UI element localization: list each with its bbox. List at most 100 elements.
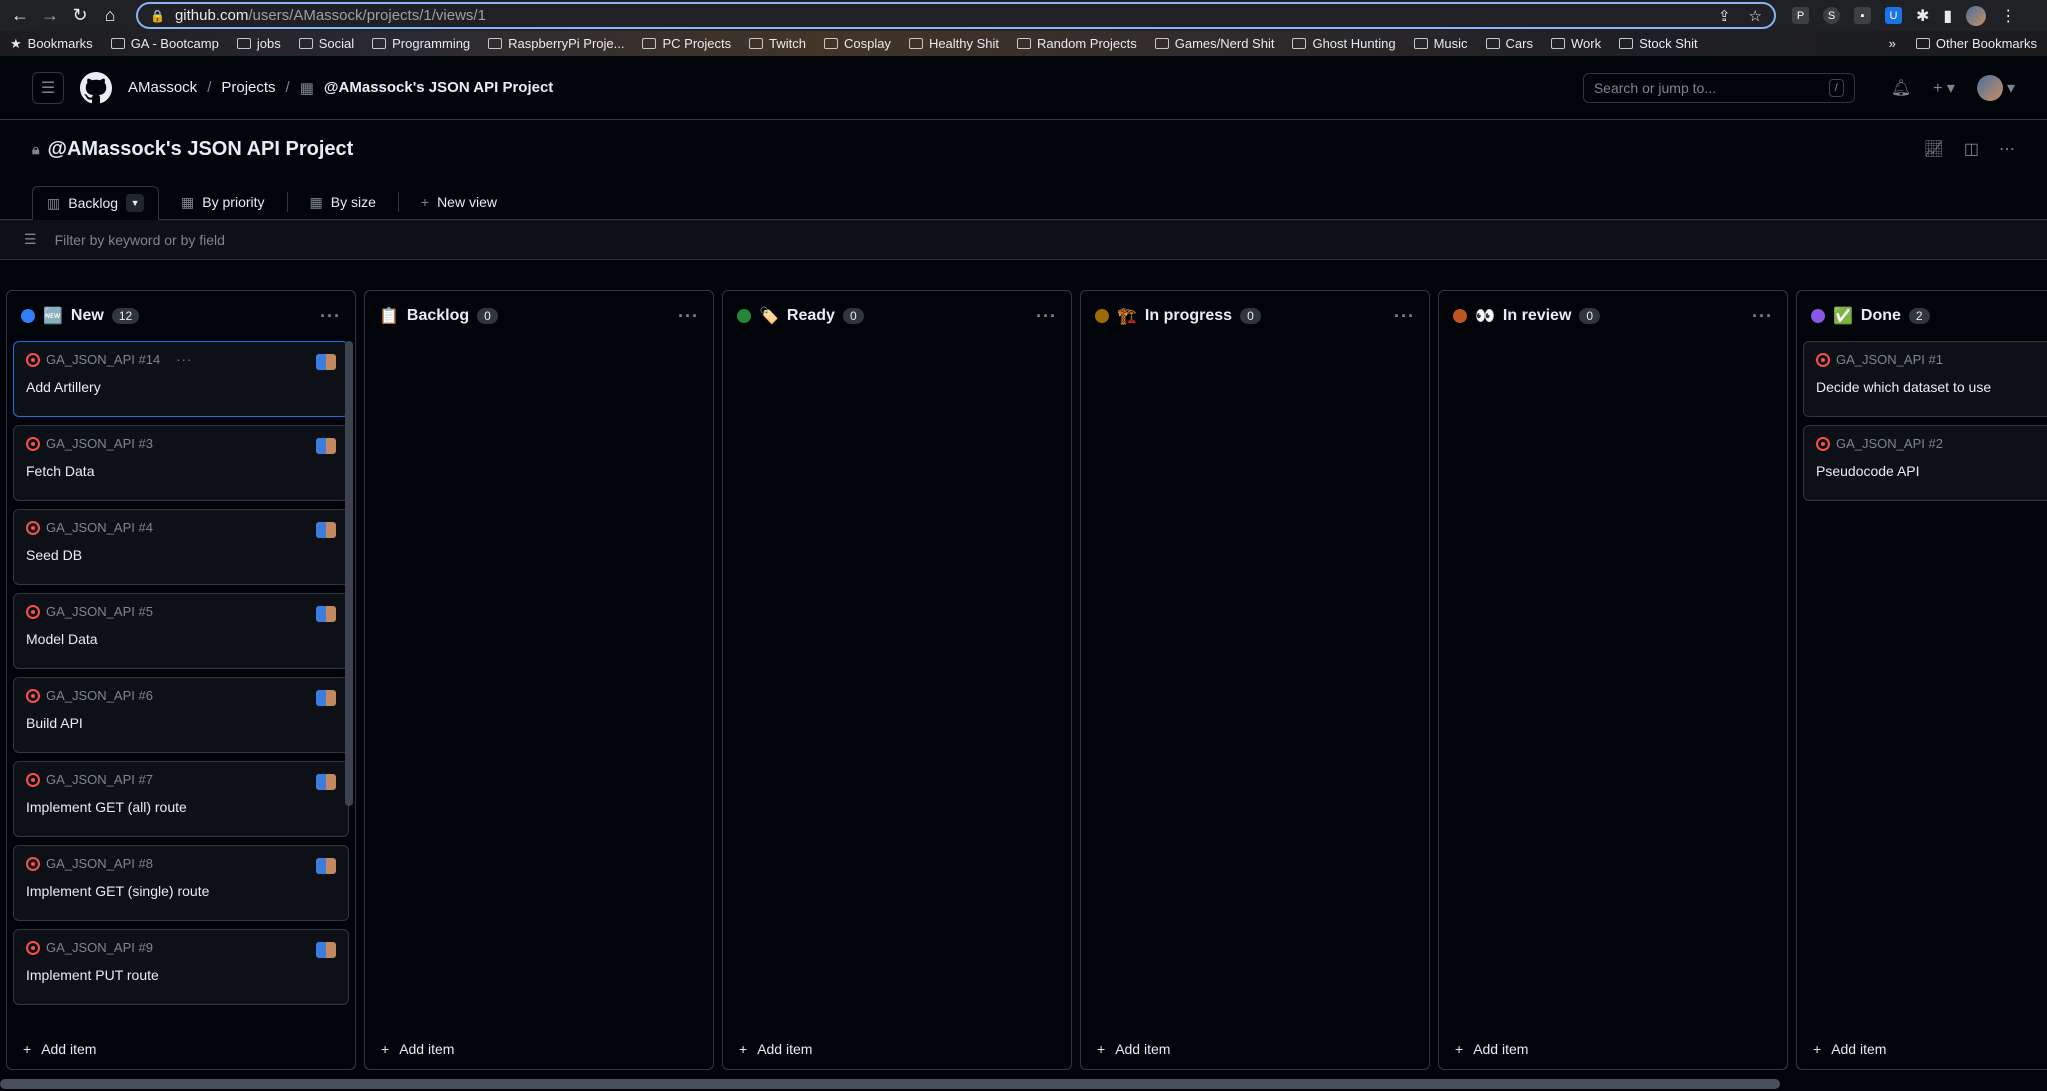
issue-card[interactable]: GA_JSON_API #8 Implement GET (single) rou… — [13, 845, 349, 921]
column-menu-icon[interactable]: ··· — [678, 306, 699, 327]
bookmark-folder[interactable]: Twitch — [749, 36, 806, 51]
address-bar[interactable]: 🔒 github.com/users/AMassock/projects/1/v… — [136, 2, 1776, 29]
breadcrumb-projects[interactable]: Projects — [221, 79, 275, 96]
bookmark-folder[interactable]: RaspberryPi Proje... — [488, 36, 624, 51]
extension-s-icon[interactable]: S — [1823, 7, 1840, 24]
assignee-avatar[interactable] — [316, 606, 336, 622]
extension-icon[interactable]: ▪ — [1854, 7, 1871, 24]
star-icon[interactable]: ☆ — [1749, 7, 1762, 25]
bookmark-folder[interactable]: Ghost Hunting — [1292, 36, 1396, 51]
add-item-button[interactable]: + Add item — [1439, 1029, 1787, 1069]
issue-ref[interactable]: GA_JSON_API #6 — [46, 688, 153, 703]
bookmark-folder[interactable]: Cosplay — [823, 36, 891, 51]
issue-ref[interactable]: GA_JSON_API #5 — [46, 604, 153, 619]
extension-u-icon[interactable]: U — [1885, 7, 1902, 24]
insights-icon[interactable]: 📈︎ — [1924, 139, 1944, 159]
tab-by-priority[interactable]: ▦ By priority — [167, 185, 278, 219]
add-item-button[interactable]: + Add item — [723, 1029, 1071, 1069]
bookmark-folder[interactable]: Random Projects — [1017, 36, 1137, 51]
search-input[interactable]: Search or jump to... / — [1582, 72, 1855, 103]
issue-card[interactable]: GA_JSON_API #2 Pseudocode API — [1803, 425, 2047, 501]
project-menu-icon[interactable]: ⋯ — [1999, 139, 2015, 159]
sidepanel-icon[interactable]: ▮ — [1943, 6, 1952, 26]
issue-ref[interactable]: GA_JSON_API #1 — [1836, 352, 1943, 367]
filter-input[interactable]: Filter by keyword or by field — [55, 232, 225, 248]
add-item-button[interactable]: + Add item — [1081, 1029, 1429, 1069]
issue-card[interactable]: GA_JSON_API #6 Build API — [13, 677, 349, 753]
bookmark-folder[interactable]: jobs — [236, 36, 281, 51]
issue-card[interactable]: GA_JSON_API #1 Decide which dataset to us… — [1803, 341, 2047, 417]
column-menu-icon[interactable]: ··· — [1036, 306, 1057, 327]
bookmark-folder[interactable]: Work — [1550, 36, 1601, 51]
horizontal-scrollbar[interactable] — [0, 1079, 1780, 1089]
menu-icon[interactable]: ⋮ — [2000, 6, 2016, 26]
assignee-avatar[interactable] — [316, 438, 336, 454]
issue-ref[interactable]: GA_JSON_API #2 — [1836, 436, 1943, 451]
issue-title[interactable]: Implement PUT route — [26, 967, 336, 983]
assignee-avatar[interactable] — [316, 690, 336, 706]
column-scrollbar[interactable] — [345, 341, 353, 806]
chevron-down-icon[interactable]: ▼ — [126, 194, 145, 212]
issue-title[interactable]: Decide which dataset to use — [1816, 379, 2047, 395]
bookmark-folder[interactable]: Stock Shit — [1619, 36, 1698, 51]
assignee-avatar[interactable] — [316, 858, 336, 874]
issue-ref[interactable]: GA_JSON_API #14 — [46, 352, 160, 367]
hamburger-menu-icon[interactable]: ☰ — [32, 71, 64, 104]
new-view-button[interactable]: + New view — [407, 185, 511, 219]
profile-avatar[interactable] — [1966, 5, 1987, 26]
bookmark-folder[interactable]: Games/Nerd Shit — [1154, 36, 1274, 51]
issue-card[interactable]: GA_JSON_API #9 Implement PUT route — [13, 929, 349, 1005]
tab-backlog[interactable]: ▥ Backlog ▼ — [32, 186, 160, 220]
bookmark-folder[interactable]: GA - Bootcamp — [110, 36, 219, 51]
add-item-button[interactable]: + Add item — [7, 1029, 355, 1069]
bookmarks-button[interactable]: ★ Bookmarks — [10, 36, 93, 52]
issue-card[interactable]: GA_JSON_API #4 Seed DB — [13, 509, 349, 585]
bookmark-folder[interactable]: Social — [298, 36, 354, 51]
user-avatar[interactable]: ▾ — [1976, 74, 2015, 101]
assignee-avatar[interactable] — [316, 942, 336, 958]
issue-ref[interactable]: GA_JSON_API #3 — [46, 436, 153, 451]
issue-card[interactable]: GA_JSON_API #5 Model Data — [13, 593, 349, 669]
assignee-avatar[interactable] — [316, 522, 336, 538]
other-bookmarks[interactable]: Other Bookmarks — [1915, 36, 2037, 51]
issue-title[interactable]: Fetch Data — [26, 463, 336, 479]
issue-ref[interactable]: GA_JSON_API #4 — [46, 520, 153, 535]
issue-card[interactable]: GA_JSON_API #14 ··· Add Artillery — [13, 341, 349, 417]
forward-icon[interactable]: → — [38, 4, 62, 28]
tab-by-size[interactable]: ▦ By size — [296, 185, 390, 219]
column-menu-icon[interactable]: ··· — [1752, 306, 1773, 327]
reload-icon[interactable]: ↻ — [68, 4, 92, 28]
breadcrumb-project[interactable]: @AMassock's JSON API Project — [324, 79, 553, 96]
add-item-button[interactable]: + Add item — [1797, 1029, 2047, 1069]
issue-ref[interactable]: GA_JSON_API #7 — [46, 772, 153, 787]
column-menu-icon[interactable]: ··· — [320, 306, 341, 327]
back-icon[interactable]: ← — [8, 4, 32, 28]
issue-title[interactable]: Build API — [26, 715, 336, 731]
bookmark-folder[interactable]: PC Projects — [642, 36, 731, 51]
bookmark-folder[interactable]: Healthy Shit — [908, 36, 999, 51]
github-logo-icon[interactable] — [80, 71, 112, 104]
issue-card[interactable]: GA_JSON_API #3 Fetch Data — [13, 425, 349, 501]
card-menu-icon[interactable]: ··· — [176, 352, 192, 367]
share-icon[interactable]: ⇪ — [1718, 7, 1731, 25]
bookmark-folder[interactable]: Music — [1413, 36, 1468, 51]
bookmark-folder[interactable]: Cars — [1485, 36, 1533, 51]
bell-icon[interactable]: 🔔︎ — [1891, 78, 1911, 98]
home-icon[interactable]: ⌂ — [98, 4, 122, 28]
issue-title[interactable]: Implement GET (single) route — [26, 883, 336, 899]
issue-card[interactable]: GA_JSON_API #7 Implement GET (all) route — [13, 761, 349, 837]
bookmark-folder[interactable]: Programming — [372, 36, 470, 51]
extension-p-icon[interactable]: P — [1792, 7, 1809, 24]
issue-ref[interactable]: GA_JSON_API #9 — [46, 940, 153, 955]
column-menu-icon[interactable]: ··· — [1394, 306, 1415, 327]
issue-title[interactable]: Model Data — [26, 631, 336, 647]
side-panel-icon[interactable]: ◫ — [1964, 139, 1979, 159]
plus-menu-icon[interactable]: + ▾ — [1933, 78, 1955, 98]
issue-title[interactable]: Implement GET (all) route — [26, 799, 336, 815]
issue-ref[interactable]: GA_JSON_API #8 — [46, 856, 153, 871]
add-item-button[interactable]: + Add item — [365, 1029, 713, 1069]
issue-title[interactable]: Add Artillery — [26, 379, 336, 395]
breadcrumb-owner[interactable]: AMassock — [128, 79, 197, 96]
issue-title[interactable]: Pseudocode API — [1816, 463, 2047, 479]
puzzle-icon[interactable]: ✱ — [1916, 6, 1929, 26]
